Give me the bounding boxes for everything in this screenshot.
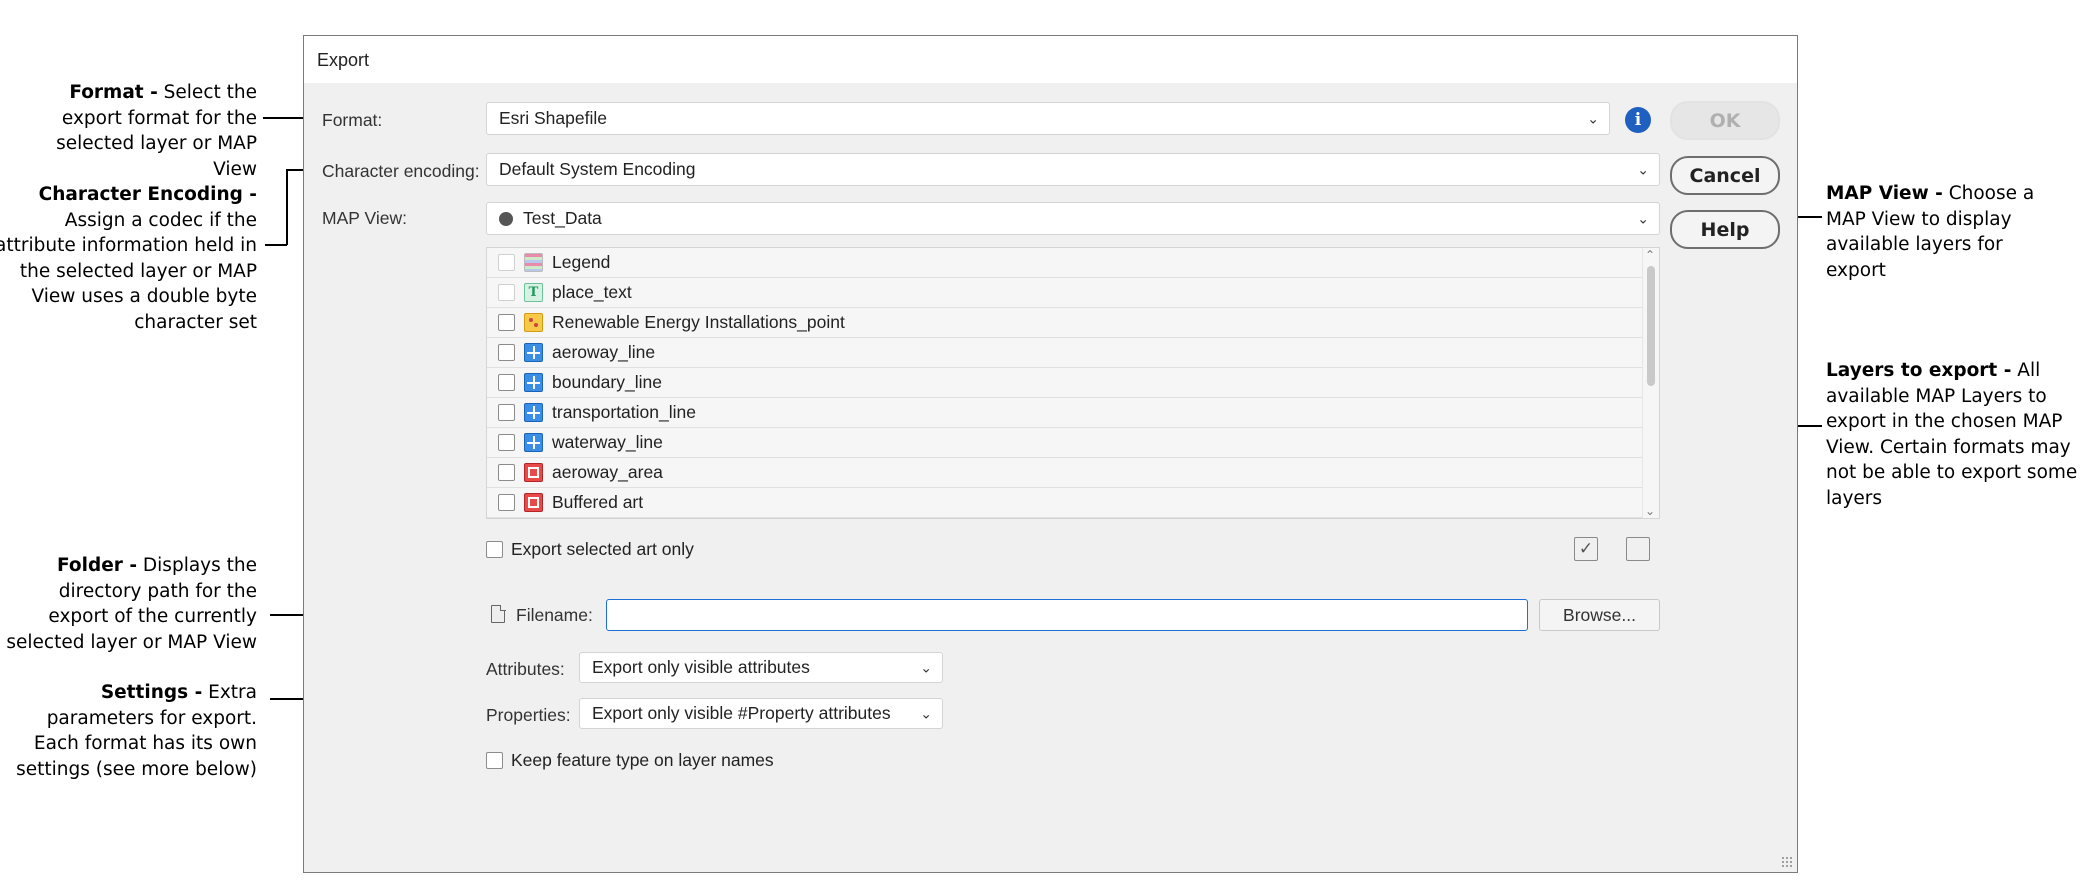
attributes-label: Attributes: bbox=[486, 659, 565, 679]
info-icon[interactable]: i bbox=[1625, 107, 1651, 133]
mapview-label: MAP View: bbox=[322, 208, 407, 228]
annotation-format-title: Format - bbox=[69, 82, 158, 103]
globe-icon bbox=[499, 211, 513, 226]
annotation-layers-to-export-title: Layers to export - bbox=[1826, 360, 2012, 381]
layer-row[interactable]: transportation_line bbox=[487, 398, 1659, 428]
area-layer-icon bbox=[524, 493, 543, 512]
annotation-character-encoding-text: Assign a codec if the attribute informat… bbox=[0, 209, 257, 333]
annotation-format: Format - Select the export format for th… bbox=[7, 80, 257, 182]
layer-name: Buffered art bbox=[552, 492, 644, 512]
point-layer-icon bbox=[524, 313, 543, 332]
line-layer-icon bbox=[524, 403, 543, 422]
layers-list[interactable]: Legend Tplace_text Renewable Energy Instal… bbox=[486, 247, 1660, 519]
line-layer-icon bbox=[524, 433, 543, 452]
format-label: Format: bbox=[322, 110, 383, 130]
layer-checkbox[interactable] bbox=[498, 404, 515, 421]
layer-name: place_text bbox=[552, 282, 632, 302]
layer-checkbox[interactable] bbox=[498, 434, 515, 451]
layer-checkbox[interactable] bbox=[498, 344, 515, 361]
mapview-select[interactable]: Test_Data ⌄ bbox=[486, 202, 1660, 235]
annotation-map-view-title: MAP View - bbox=[1826, 183, 1943, 204]
layer-name: aeroway_area bbox=[552, 462, 663, 482]
layer-name: transportation_line bbox=[552, 402, 696, 422]
encoding-select-value: Default System Encoding bbox=[499, 159, 696, 179]
layer-checkbox[interactable] bbox=[498, 494, 515, 511]
annotation-folder: Folder - Displays the directory path for… bbox=[2, 553, 257, 655]
layer-row[interactable]: aeroway_area bbox=[487, 458, 1659, 488]
scrollbar-thumb[interactable] bbox=[1647, 266, 1655, 386]
annotation-map-view: MAP View - Choose a MAP View to display … bbox=[1826, 181, 2066, 283]
properties-select[interactable]: Export only visible #Property attributes… bbox=[579, 698, 943, 729]
annotation-layers-to-export-text: All available MAP Layers to export in th… bbox=[1826, 360, 2078, 509]
connector-character-encoding-v bbox=[286, 169, 288, 245]
chevron-down-icon: ⌄ bbox=[1637, 210, 1649, 226]
layer-name: boundary_line bbox=[552, 372, 662, 392]
mapview-select-value: Test_Data bbox=[523, 208, 602, 228]
cancel-button[interactable]: Cancel bbox=[1670, 156, 1780, 195]
export-dialog: Export Format: Esri Shapefile ⌄ i Charac… bbox=[303, 35, 1798, 873]
layer-row[interactable]: Buffered art bbox=[487, 488, 1659, 518]
encoding-label: Character encoding: bbox=[322, 161, 480, 181]
layers-scrollbar[interactable]: ⌃ ⌄ bbox=[1642, 248, 1659, 518]
area-layer-icon bbox=[524, 463, 543, 482]
layer-row[interactable]: Legend bbox=[487, 248, 1659, 278]
chevron-down-icon: ⌄ bbox=[920, 705, 932, 721]
ok-button[interactable]: OK bbox=[1670, 101, 1780, 140]
layer-row[interactable]: aeroway_line bbox=[487, 338, 1659, 368]
attributes-select[interactable]: Export only visible attributes ⌄ bbox=[579, 652, 943, 683]
properties-select-value: Export only visible #Property attributes bbox=[592, 703, 891, 723]
text-layer-icon: T bbox=[524, 283, 543, 302]
deselect-all-icon[interactable] bbox=[1626, 537, 1650, 561]
checkbox-box[interactable] bbox=[486, 752, 503, 769]
layer-checkbox[interactable] bbox=[498, 374, 515, 391]
annotation-settings-title: Settings - bbox=[100, 682, 203, 703]
resize-grip-icon[interactable] bbox=[1781, 856, 1793, 868]
legend-icon bbox=[524, 253, 543, 272]
annotation-folder-title: Folder - bbox=[57, 555, 138, 576]
layer-name: waterway_line bbox=[552, 432, 663, 452]
format-select[interactable]: Esri Shapefile ⌄ bbox=[486, 102, 1610, 135]
annotation-character-encoding: Character Encoding - Assign a codec if t… bbox=[0, 182, 257, 335]
keep-feature-type-label: Keep feature type on layer names bbox=[511, 750, 774, 770]
connector-character-encoding-h2 bbox=[265, 244, 287, 246]
layer-row[interactable]: boundary_line bbox=[487, 368, 1659, 398]
scroll-up-icon[interactable]: ⌃ bbox=[1645, 248, 1655, 262]
attributes-select-value: Export only visible attributes bbox=[592, 657, 810, 677]
filename-input[interactable] bbox=[606, 599, 1528, 631]
chevron-down-icon: ⌄ bbox=[1637, 161, 1649, 177]
properties-label: Properties: bbox=[486, 705, 571, 725]
export-selected-checkbox[interactable]: Export selected art only bbox=[486, 539, 694, 560]
help-button[interactable]: Help bbox=[1670, 210, 1780, 249]
browse-button[interactable]: Browse... bbox=[1539, 599, 1660, 631]
export-selected-label: Export selected art only bbox=[511, 539, 694, 559]
layer-name: Renewable Energy Installations_point bbox=[552, 312, 845, 332]
layer-row[interactable]: Tplace_text bbox=[487, 278, 1659, 308]
layer-name: aeroway_line bbox=[552, 342, 656, 362]
encoding-select[interactable]: Default System Encoding ⌄ bbox=[486, 153, 1660, 186]
checkbox-box[interactable] bbox=[486, 541, 503, 558]
dialog-title: Export bbox=[304, 36, 1797, 83]
layer-checkbox bbox=[498, 254, 515, 271]
select-all-icon[interactable]: ✓ bbox=[1574, 537, 1598, 561]
annotation-character-encoding-title: Character Encoding - bbox=[38, 184, 257, 205]
layer-row[interactable]: Renewable Energy Installations_point bbox=[487, 308, 1659, 338]
layer-row[interactable]: waterway_line bbox=[487, 428, 1659, 458]
annotation-settings: Settings - Extra parameters for export. … bbox=[2, 680, 257, 782]
line-layer-icon bbox=[524, 343, 543, 362]
chevron-down-icon: ⌄ bbox=[1587, 110, 1599, 126]
keep-feature-type-checkbox[interactable]: Keep feature type on layer names bbox=[486, 750, 774, 771]
line-layer-icon bbox=[524, 373, 543, 392]
layer-checkbox[interactable] bbox=[498, 464, 515, 481]
filename-label: Filename: bbox=[516, 605, 593, 625]
file-icon bbox=[491, 604, 506, 623]
layer-checkbox[interactable] bbox=[498, 314, 515, 331]
annotation-layers-to-export: Layers to export - All available MAP Lay… bbox=[1826, 358, 2091, 511]
chevron-down-icon: ⌄ bbox=[920, 659, 932, 675]
layer-name: Legend bbox=[552, 252, 611, 272]
scroll-down-icon[interactable]: ⌄ bbox=[1645, 504, 1655, 518]
layer-checkbox bbox=[498, 284, 515, 301]
format-select-value: Esri Shapefile bbox=[499, 108, 607, 128]
